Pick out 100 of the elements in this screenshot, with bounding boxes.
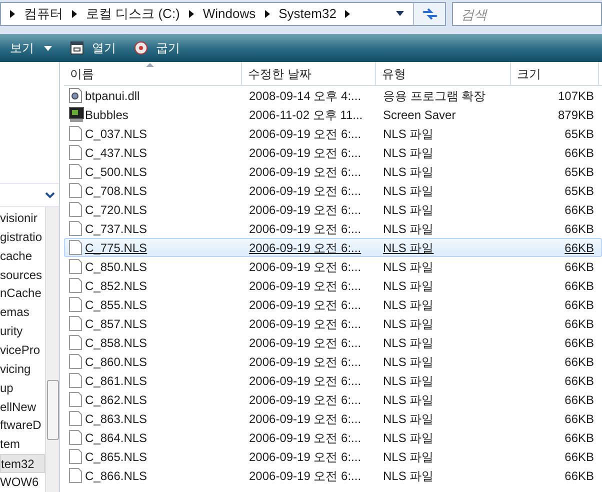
- file-row[interactable]: C_865.NLS 2006-09-19 오전 6:... NLS 파일 66KB: [64, 447, 602, 466]
- address-bar[interactable]: 컴퓨터 로컬 디스크 (C:) Windows System32: [0, 2, 446, 26]
- file-row[interactable]: C_850.NLS 2006-09-19 오전 6:... NLS 파일 66KB: [64, 257, 602, 276]
- file-name: C_861.NLS: [85, 372, 148, 390]
- toolbar-button[interactable]: 굽기: [132, 36, 182, 60]
- modified-date: 2006-09-19 오전 6:...: [249, 334, 362, 352]
- document-icon: [69, 221, 82, 236]
- folder-tree-item[interactable]: vicing: [0, 360, 45, 379]
- file-size: 66KB: [564, 392, 594, 408]
- breadcrumb-arrow-icon[interactable]: [72, 10, 77, 18]
- breadcrumb[interactable]: 컴퓨터: [24, 4, 63, 24]
- modified-date: 2006-09-19 오전 6:...: [249, 468, 362, 484]
- search-field[interactable]: 검색: [452, 2, 602, 26]
- column-header[interactable]: 수정한 날짜: [242, 62, 376, 85]
- breadcrumb-arrow-icon[interactable]: [264, 10, 270, 18]
- refresh-button[interactable]: [413, 3, 445, 25]
- document-icon: [69, 411, 82, 426]
- file-name: C_855.NLS: [85, 296, 148, 314]
- modified-date: 2006-09-19 오전 6:...: [249, 316, 362, 332]
- file-type: NLS 파일: [383, 240, 434, 256]
- file-row[interactable]: C_861.NLS 2006-09-19 오전 6:... NLS 파일 66KB: [64, 371, 602, 390]
- file-size: 65KB: [564, 182, 594, 200]
- dropdown-caret-icon[interactable]: [395, 11, 405, 17]
- file-name: C_037.NLS: [85, 126, 148, 142]
- file-name: C_500.NLS: [85, 164, 148, 180]
- file-size: 66KB: [564, 240, 594, 256]
- file-size: 66KB: [564, 296, 594, 314]
- folder-tree-item[interactable]: up: [0, 378, 45, 398]
- file-row[interactable]: C_720.NLS 2006-09-19 오전 6:... NLS 파일 66KB: [64, 200, 602, 219]
- folder-tree-item[interactable]: vicePro: [0, 341, 45, 360]
- breadcrumb[interactable]: Windows: [202, 4, 256, 24]
- file-size: 66KB: [564, 278, 594, 294]
- file-row[interactable]: C_708.NLS 2006-09-19 오전 6:... NLS 파일 65KB: [64, 181, 602, 200]
- folder-tree-item[interactable]: urity: [0, 322, 45, 342]
- folder-tree-item[interactable]: emas: [0, 303, 45, 322]
- folder-tree-item[interactable]: visionir: [0, 209, 45, 228]
- file-size: 66KB: [564, 316, 594, 332]
- modified-date: 2006-09-19 오전 6:...: [249, 392, 362, 408]
- sort-arrow-icon: [146, 63, 154, 67]
- document-icon: [69, 316, 82, 331]
- file-row[interactable]: C_866.NLS 2006-09-19 오전 6:... NLS 파일 66KB: [64, 466, 602, 485]
- file-row[interactable]: C_864.NLS 2006-09-19 오전 6:... NLS 파일 66KB: [64, 428, 602, 447]
- disc-icon: [134, 41, 148, 55]
- folder-tree-item[interactable]: nCache: [0, 284, 45, 304]
- file-type: NLS 파일: [383, 316, 434, 332]
- document-icon: [69, 373, 82, 388]
- toolbar-button[interactable]: 열기: [68, 36, 118, 60]
- breadcrumb-arrow-icon[interactable]: [345, 10, 350, 18]
- scrollbar-drawing[interactable]: [45, 207, 59, 492]
- file-row[interactable]: C_437.NLS 2006-09-19 오전 6:... NLS 파일 66KB: [64, 143, 602, 162]
- column-header[interactable]: 이름: [64, 62, 242, 85]
- modified-date: 2006-11-02 오후 11...: [249, 106, 363, 124]
- file-row[interactable]: C_775.NLS 2006-09-19 오전 6:... NLS 파일 66KB: [64, 238, 602, 257]
- folder-tree-item[interactable]: WOW6: [0, 473, 45, 492]
- modified-date: 2006-09-19 오전 6:...: [249, 354, 362, 370]
- file-row[interactable]: C_858.NLS 2006-09-19 오전 6:... NLS 파일 66KB: [64, 333, 602, 352]
- toolbar-button[interactable]: 보기: [8, 36, 54, 60]
- folder-tree-item[interactable]: tem: [0, 435, 45, 454]
- file-row[interactable]: C_857.NLS 2006-09-19 오전 6:... NLS 파일 66KB: [64, 314, 602, 333]
- file-type: NLS 파일: [383, 430, 434, 446]
- file-row[interactable]: C_037.NLS 2006-09-19 오전 6:... NLS 파일 65KB: [64, 124, 602, 143]
- file-type: NLS 파일: [383, 258, 434, 276]
- column-header[interactable]: 유형: [376, 62, 511, 85]
- folder-tree-item[interactable]: ellNew: [0, 398, 45, 416]
- file-row[interactable]: C_862.NLS 2006-09-19 오전 6:... NLS 파일 66KB: [64, 390, 602, 409]
- file-row[interactable]: C_852.NLS 2006-09-19 오전 6:... NLS 파일 66KB: [64, 276, 602, 295]
- breadcrumb[interactable]: System32: [278, 4, 336, 24]
- modified-date: 2006-09-19 오전 6:...: [249, 278, 362, 294]
- file-row[interactable]: C_500.NLS 2006-09-19 오전 6:... NLS 파일 65KB: [64, 162, 602, 181]
- file-size: 66KB: [564, 410, 594, 428]
- file-size: 66KB: [564, 448, 594, 466]
- breadcrumb-arrow-icon[interactable]: [10, 10, 15, 18]
- file-size: 66KB: [564, 258, 594, 276]
- modified-date: 2006-09-19 오전 6:...: [249, 240, 362, 256]
- file-row[interactable]: C_860.NLS 2006-09-19 오전 6:... NLS 파일 66KB: [64, 352, 602, 371]
- modified-date: 2006-09-19 오전 6:...: [249, 202, 362, 218]
- folder-tree-item[interactable]: gistratio: [0, 228, 45, 247]
- file-name: C_862.NLS: [85, 392, 148, 408]
- folder-tree-item[interactable]: ftwareD: [0, 416, 45, 436]
- document-icon: [69, 164, 82, 179]
- chevron-down-icon[interactable]: [45, 192, 55, 198]
- breadcrumb-arrow-icon[interactable]: [188, 10, 194, 18]
- folder-tree-item[interactable]: sources: [0, 266, 45, 284]
- file-row[interactable]: C_737.NLS 2006-09-19 오전 6:... NLS 파일 66KB: [64, 219, 602, 238]
- file-row[interactable]: Bubbles 2006-11-02 오후 11... Screen Saver 879KB: [64, 105, 602, 124]
- file-row[interactable]: C_863.NLS 2006-09-19 오전 6:... NLS 파일 66KB: [64, 409, 602, 428]
- document-icon: [69, 297, 82, 312]
- document-icon: [69, 126, 82, 141]
- file-size: 65KB: [564, 126, 594, 142]
- document-icon: [69, 392, 82, 407]
- folder-tree-item[interactable]: cache: [0, 246, 45, 266]
- file-row[interactable]: C_855.NLS 2006-09-19 오전 6:... NLS 파일 66KB: [64, 295, 602, 314]
- file-type: NLS 파일: [383, 202, 434, 218]
- breadcrumb[interactable]: 로컬 디스크 (C:): [86, 4, 180, 24]
- folder-tree-item[interactable]: tem32: [0, 454, 45, 474]
- file-row[interactable]: btpanui.dll 2008-09-14 오후 4:... 응용 프로그램 확장 107KB: [64, 86, 602, 105]
- modified-date: 2006-09-19 오전 6:...: [249, 126, 362, 142]
- document-icon: [69, 278, 82, 293]
- file-size: 66KB: [564, 468, 594, 484]
- column-header[interactable]: 크기: [511, 62, 599, 85]
